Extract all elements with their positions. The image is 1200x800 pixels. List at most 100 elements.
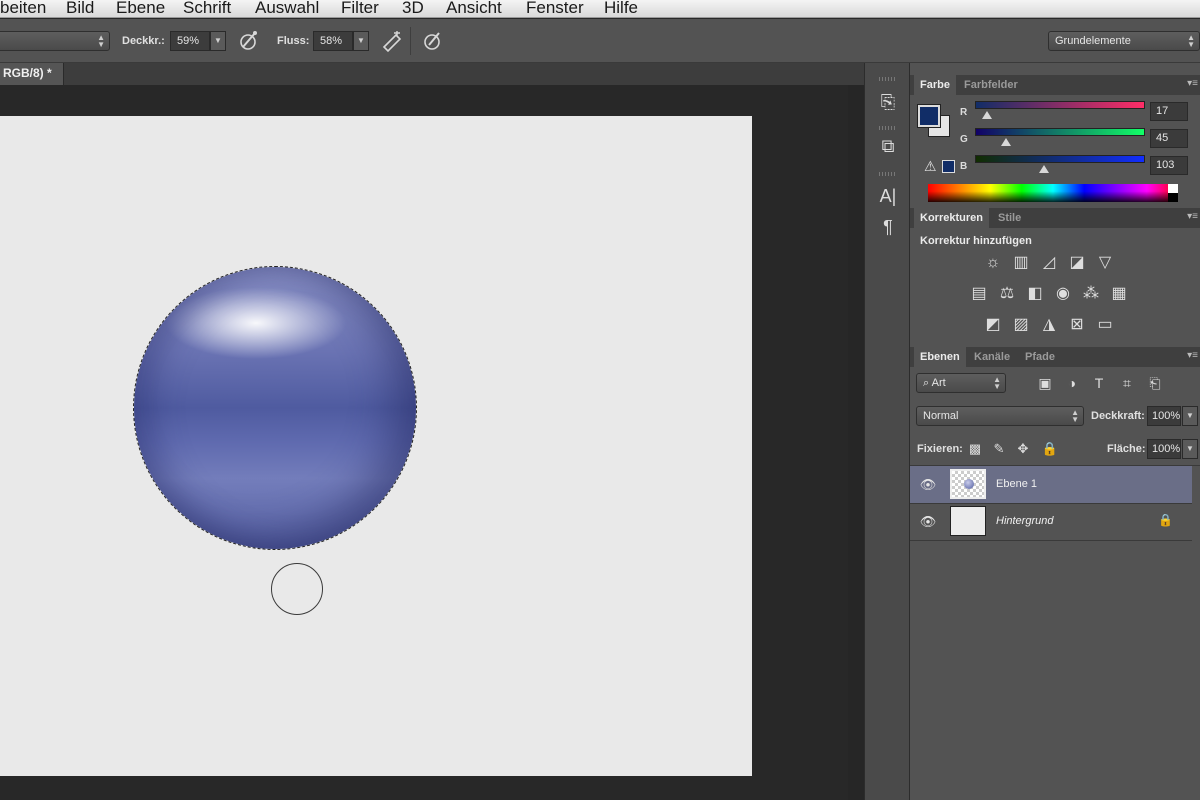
lock-all-icon[interactable]: 🔒 — [1041, 440, 1059, 458]
opacity-dropdown[interactable]: ▼ — [210, 31, 226, 51]
slider-thumb-icon[interactable] — [1001, 138, 1011, 146]
levels-icon[interactable]: ▥ — [1010, 252, 1032, 274]
color-balance-icon[interactable]: ⚖ — [996, 283, 1018, 305]
tab-ebenen[interactable]: Ebenen — [914, 347, 966, 367]
layer-filter-label: Art — [931, 377, 946, 389]
opacity-field[interactable]: 59% — [170, 31, 210, 51]
blend-mode-select[interactable]: Normal ▲ ▼ — [916, 406, 1084, 426]
visibility-eye-icon[interactable]: 👁 — [919, 476, 937, 494]
channel-g-field[interactable]: 45 — [1150, 129, 1188, 148]
channel-b-field[interactable]: 103 — [1150, 156, 1188, 175]
lock-label: Fixieren: — [917, 443, 963, 455]
gamut-swatch[interactable] — [942, 160, 955, 173]
posterize-icon[interactable]: ▨ — [1010, 314, 1032, 336]
dock-grip[interactable] — [879, 77, 897, 81]
visibility-eye-icon[interactable]: 👁 — [919, 513, 937, 531]
lock-position-icon[interactable]: ✥ — [1014, 440, 1032, 458]
airbrush-icon[interactable] — [380, 29, 404, 53]
menu-bearbeiten[interactable]: beiten — [0, 0, 46, 18]
menu-3d[interactable]: 3D — [402, 0, 424, 18]
brush-cursor — [271, 563, 323, 615]
foreground-color-swatch[interactable] — [918, 105, 940, 127]
layer-opacity-field[interactable]: 100% — [1147, 406, 1181, 426]
panel-menu-icon[interactable]: ▾≡ — [1187, 350, 1198, 361]
lock-icon: 🔒 — [1158, 513, 1173, 527]
gamut-warning-icon[interactable]: ⚠ — [924, 158, 937, 175]
workspace-select[interactable]: Grundelemente ▲ ▼ — [1048, 31, 1200, 51]
menu-filter[interactable]: Filter — [341, 0, 379, 18]
menu-fenster[interactable]: Fenster — [526, 0, 584, 18]
flow-dropdown[interactable]: ▼ — [353, 31, 369, 51]
menu-auswahl[interactable]: Auswahl — [255, 0, 319, 18]
tab-pfade[interactable]: Pfade — [1019, 347, 1061, 367]
collapsed-panel-dock: ⎘ ⧉ A| ¶ — [864, 63, 910, 800]
channel-r-field[interactable]: 17 — [1150, 102, 1188, 121]
tab-kanaele[interactable]: Kanäle — [968, 347, 1016, 367]
black-white-icon[interactable]: ◧ — [1024, 283, 1046, 305]
vertical-scrollbar[interactable] — [848, 85, 864, 800]
channel-r-slider[interactable] — [975, 101, 1145, 109]
blend-mode-label: Normal — [923, 410, 959, 422]
vibrance-icon[interactable]: ▽ — [1094, 252, 1116, 274]
channel-g-slider[interactable] — [975, 128, 1145, 136]
menu-bild[interactable]: Bild — [66, 0, 94, 18]
options-bar: ▲ ▼ Deckkr.: 59% ▼ Fluss: 58% ▼ Grundelem… — [0, 19, 1200, 63]
canvas-area[interactable] — [0, 85, 848, 800]
tab-korrekturen[interactable]: Korrekturen — [914, 208, 989, 228]
selective-color-icon[interactable]: ⊠ — [1066, 314, 1088, 336]
dock-grip[interactable] — [879, 126, 897, 130]
curves-icon[interactable]: ◿ — [1038, 252, 1060, 274]
history-icon[interactable]: ⎘ — [875, 89, 901, 115]
hue-saturation-icon[interactable]: ▤ — [968, 283, 990, 305]
menu-ansicht[interactable]: Ansicht — [446, 0, 502, 18]
menu-schrift[interactable]: Schrift — [183, 0, 231, 18]
slider-thumb-icon[interactable] — [1039, 165, 1049, 173]
brightness-icon[interactable]: ☼ — [982, 252, 1004, 274]
shape-filter-icon[interactable]: ⌗ — [1116, 372, 1138, 394]
slider-thumb-icon[interactable] — [982, 111, 992, 119]
layer-row-ebene-1[interactable]: 👁 Ebene 1 — [910, 466, 1192, 504]
spectrum-black[interactable] — [1168, 193, 1178, 202]
brush-mode-select[interactable]: ▲ ▼ — [0, 31, 110, 51]
exposure-icon[interactable]: ◪ — [1066, 252, 1088, 274]
pressure-opacity-icon[interactable] — [237, 29, 261, 53]
layer-thumbnail — [950, 506, 986, 536]
threshold-icon[interactable]: ◮ — [1038, 314, 1060, 336]
channel-mixer-icon[interactable]: ⁂ — [1080, 283, 1102, 305]
menu-ebene[interactable]: Ebene — [116, 0, 165, 18]
menu-hilfe[interactable]: Hilfe — [604, 0, 638, 18]
color-spectrum[interactable] — [928, 184, 1178, 202]
layer-filter-select[interactable]: ⌕ Art ▲ ▼ — [916, 373, 1006, 393]
smart-object-filter-icon[interactable]: ⎗ — [1144, 372, 1166, 394]
tab-farbe[interactable]: Farbe — [914, 75, 956, 95]
tab-stile[interactable]: Stile — [992, 208, 1027, 228]
layer-name[interactable]: Ebene 1 — [996, 478, 1037, 490]
panel-menu-icon[interactable]: ▾≡ — [1187, 78, 1198, 89]
3d-cube-icon[interactable]: ⧉ — [875, 133, 901, 159]
tab-farbfelder[interactable]: Farbfelder — [958, 75, 1024, 95]
document-canvas[interactable] — [0, 116, 752, 776]
panel-menu-icon[interactable]: ▾≡ — [1187, 211, 1198, 222]
fill-field[interactable]: 100% — [1147, 439, 1181, 459]
layer-row-hintergrund[interactable]: 👁 Hintergrund 🔒 — [910, 503, 1192, 541]
pressure-size-icon[interactable] — [421, 29, 445, 53]
document-tab[interactable]: RGB/8) * — [0, 63, 64, 85]
photo-filter-icon[interactable]: ◉ — [1052, 283, 1074, 305]
invert-icon[interactable]: ◩ — [982, 314, 1004, 336]
spectrum-white[interactable] — [1168, 184, 1178, 193]
flow-field[interactable]: 58% — [313, 31, 353, 51]
color-lookup-icon[interactable]: ▦ — [1108, 283, 1130, 305]
gradient-map-icon[interactable]: ▭ — [1094, 314, 1116, 336]
dock-grip[interactable] — [879, 172, 897, 176]
layer-name[interactable]: Hintergrund — [996, 515, 1053, 527]
adjustment-filter-icon[interactable]: ◑ — [1061, 372, 1083, 394]
character-icon[interactable]: A| — [875, 183, 901, 209]
fill-dropdown[interactable]: ▼ — [1182, 439, 1198, 459]
channel-b-slider[interactable] — [975, 155, 1145, 163]
paragraph-icon[interactable]: ¶ — [875, 214, 901, 240]
type-filter-icon[interactable]: T — [1088, 372, 1110, 394]
pixel-filter-icon[interactable]: ▣ — [1034, 372, 1056, 394]
lock-transparency-icon[interactable]: ▩ — [966, 440, 984, 458]
lock-image-icon[interactable]: ✎ — [990, 440, 1008, 458]
layer-opacity-dropdown[interactable]: ▼ — [1182, 406, 1198, 426]
